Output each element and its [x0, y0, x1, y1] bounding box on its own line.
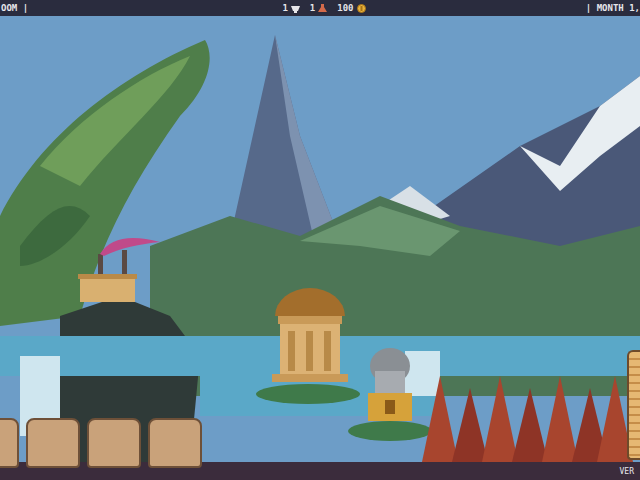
- date-label: | MONTH 1,: [366, 3, 640, 13]
- inventory-slot[interactable]: [26, 418, 80, 468]
- resource-counter: 100: [337, 3, 365, 13]
- top-bar: OOM | 1 1 100| MONTH 1,: [0, 0, 640, 16]
- game-screen: OOM | 1 1 100| MONTH 1, VER: [0, 0, 640, 480]
- scene[interactable]: [0, 16, 640, 462]
- version-label: VER: [620, 467, 634, 476]
- cup-icon: [291, 4, 300, 13]
- inventory-slot[interactable]: [148, 418, 202, 468]
- resource-counter: 1: [310, 3, 327, 13]
- coin-icon: [357, 4, 366, 13]
- location-label: OOM |: [0, 3, 274, 13]
- resource-counters: 1 1 100: [274, 3, 365, 13]
- inventory-slot[interactable]: [0, 418, 19, 468]
- side-tab[interactable]: [627, 350, 640, 460]
- resource-counter: 1: [282, 3, 299, 13]
- landscape-scene: [0, 16, 640, 462]
- inventory-slot[interactable]: [87, 418, 141, 468]
- inventory-slots: [0, 418, 202, 468]
- flask-icon: [318, 4, 327, 13]
